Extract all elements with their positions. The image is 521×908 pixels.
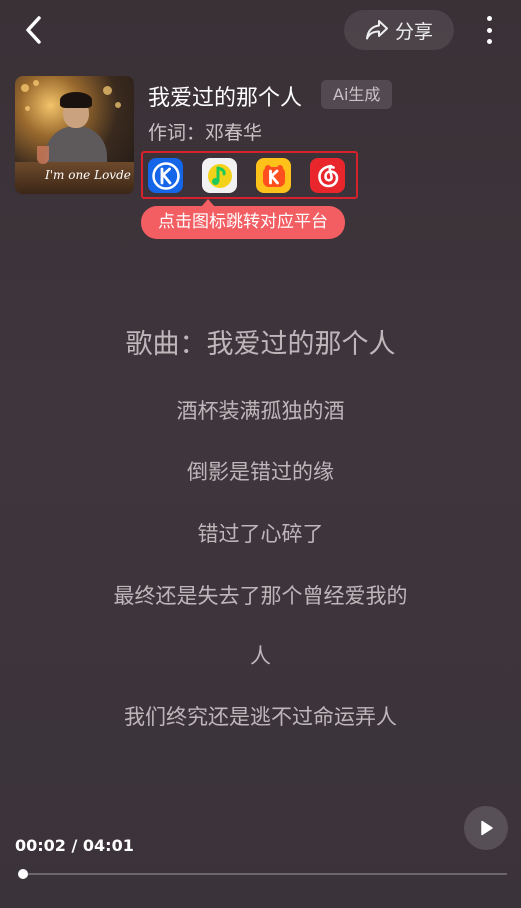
share-icon xyxy=(365,20,388,40)
lyric-line: 人 xyxy=(250,644,271,668)
platform-links xyxy=(141,151,358,199)
lyric-line: 倒影是错过的缘 xyxy=(187,460,334,484)
lyrics-panel: 歌曲：我爱过的那个人 酒杯装满孤独的酒 倒影是错过的缘 错过了心碎了 最终还是失… xyxy=(0,325,521,732)
play-button[interactable] xyxy=(464,806,508,850)
qq-music-icon[interactable] xyxy=(202,158,237,193)
progress-thumb[interactable] xyxy=(17,869,28,879)
lyricist-label: 作词：邓春华 xyxy=(148,122,263,144)
playback-time: 00:02 / 04:01 xyxy=(15,836,134,855)
ai-generated-badge: Ai生成 xyxy=(321,80,393,109)
share-button[interactable]: 分享 xyxy=(344,10,454,50)
album-cover: I'm one Lovde xyxy=(15,76,134,194)
more-dot xyxy=(486,16,492,21)
lyric-line: 我们终究还是逃不过命运弄人 xyxy=(124,705,397,729)
platform-hint-tooltip: 点击图标跳转对应平台 xyxy=(141,199,345,239)
chevron-left-icon xyxy=(26,16,41,44)
kuwo-music-icon[interactable] xyxy=(256,158,291,193)
progress-bar[interactable] xyxy=(17,869,507,879)
lyric-line: 最终还是失去了那个曾经爱我的 xyxy=(113,584,408,608)
lyrics-heading: 歌曲：我爱过的那个人 xyxy=(125,329,396,360)
lyric-line: 酒杯装满孤独的酒 xyxy=(176,399,345,423)
netease-cloud-music-icon[interactable] xyxy=(310,158,345,193)
lyric-line: 错过了心碎了 xyxy=(197,522,324,546)
album-art-text: I'm one Lovde xyxy=(45,168,131,182)
song-title: 我爱过的那个人 xyxy=(148,86,303,111)
back-button[interactable] xyxy=(20,14,50,46)
more-options-button[interactable] xyxy=(476,14,502,46)
kugou-music-icon[interactable] xyxy=(148,158,183,193)
more-dot xyxy=(486,27,492,33)
play-icon xyxy=(481,820,493,836)
share-label: 分享 xyxy=(394,20,433,43)
more-dot xyxy=(486,39,492,44)
